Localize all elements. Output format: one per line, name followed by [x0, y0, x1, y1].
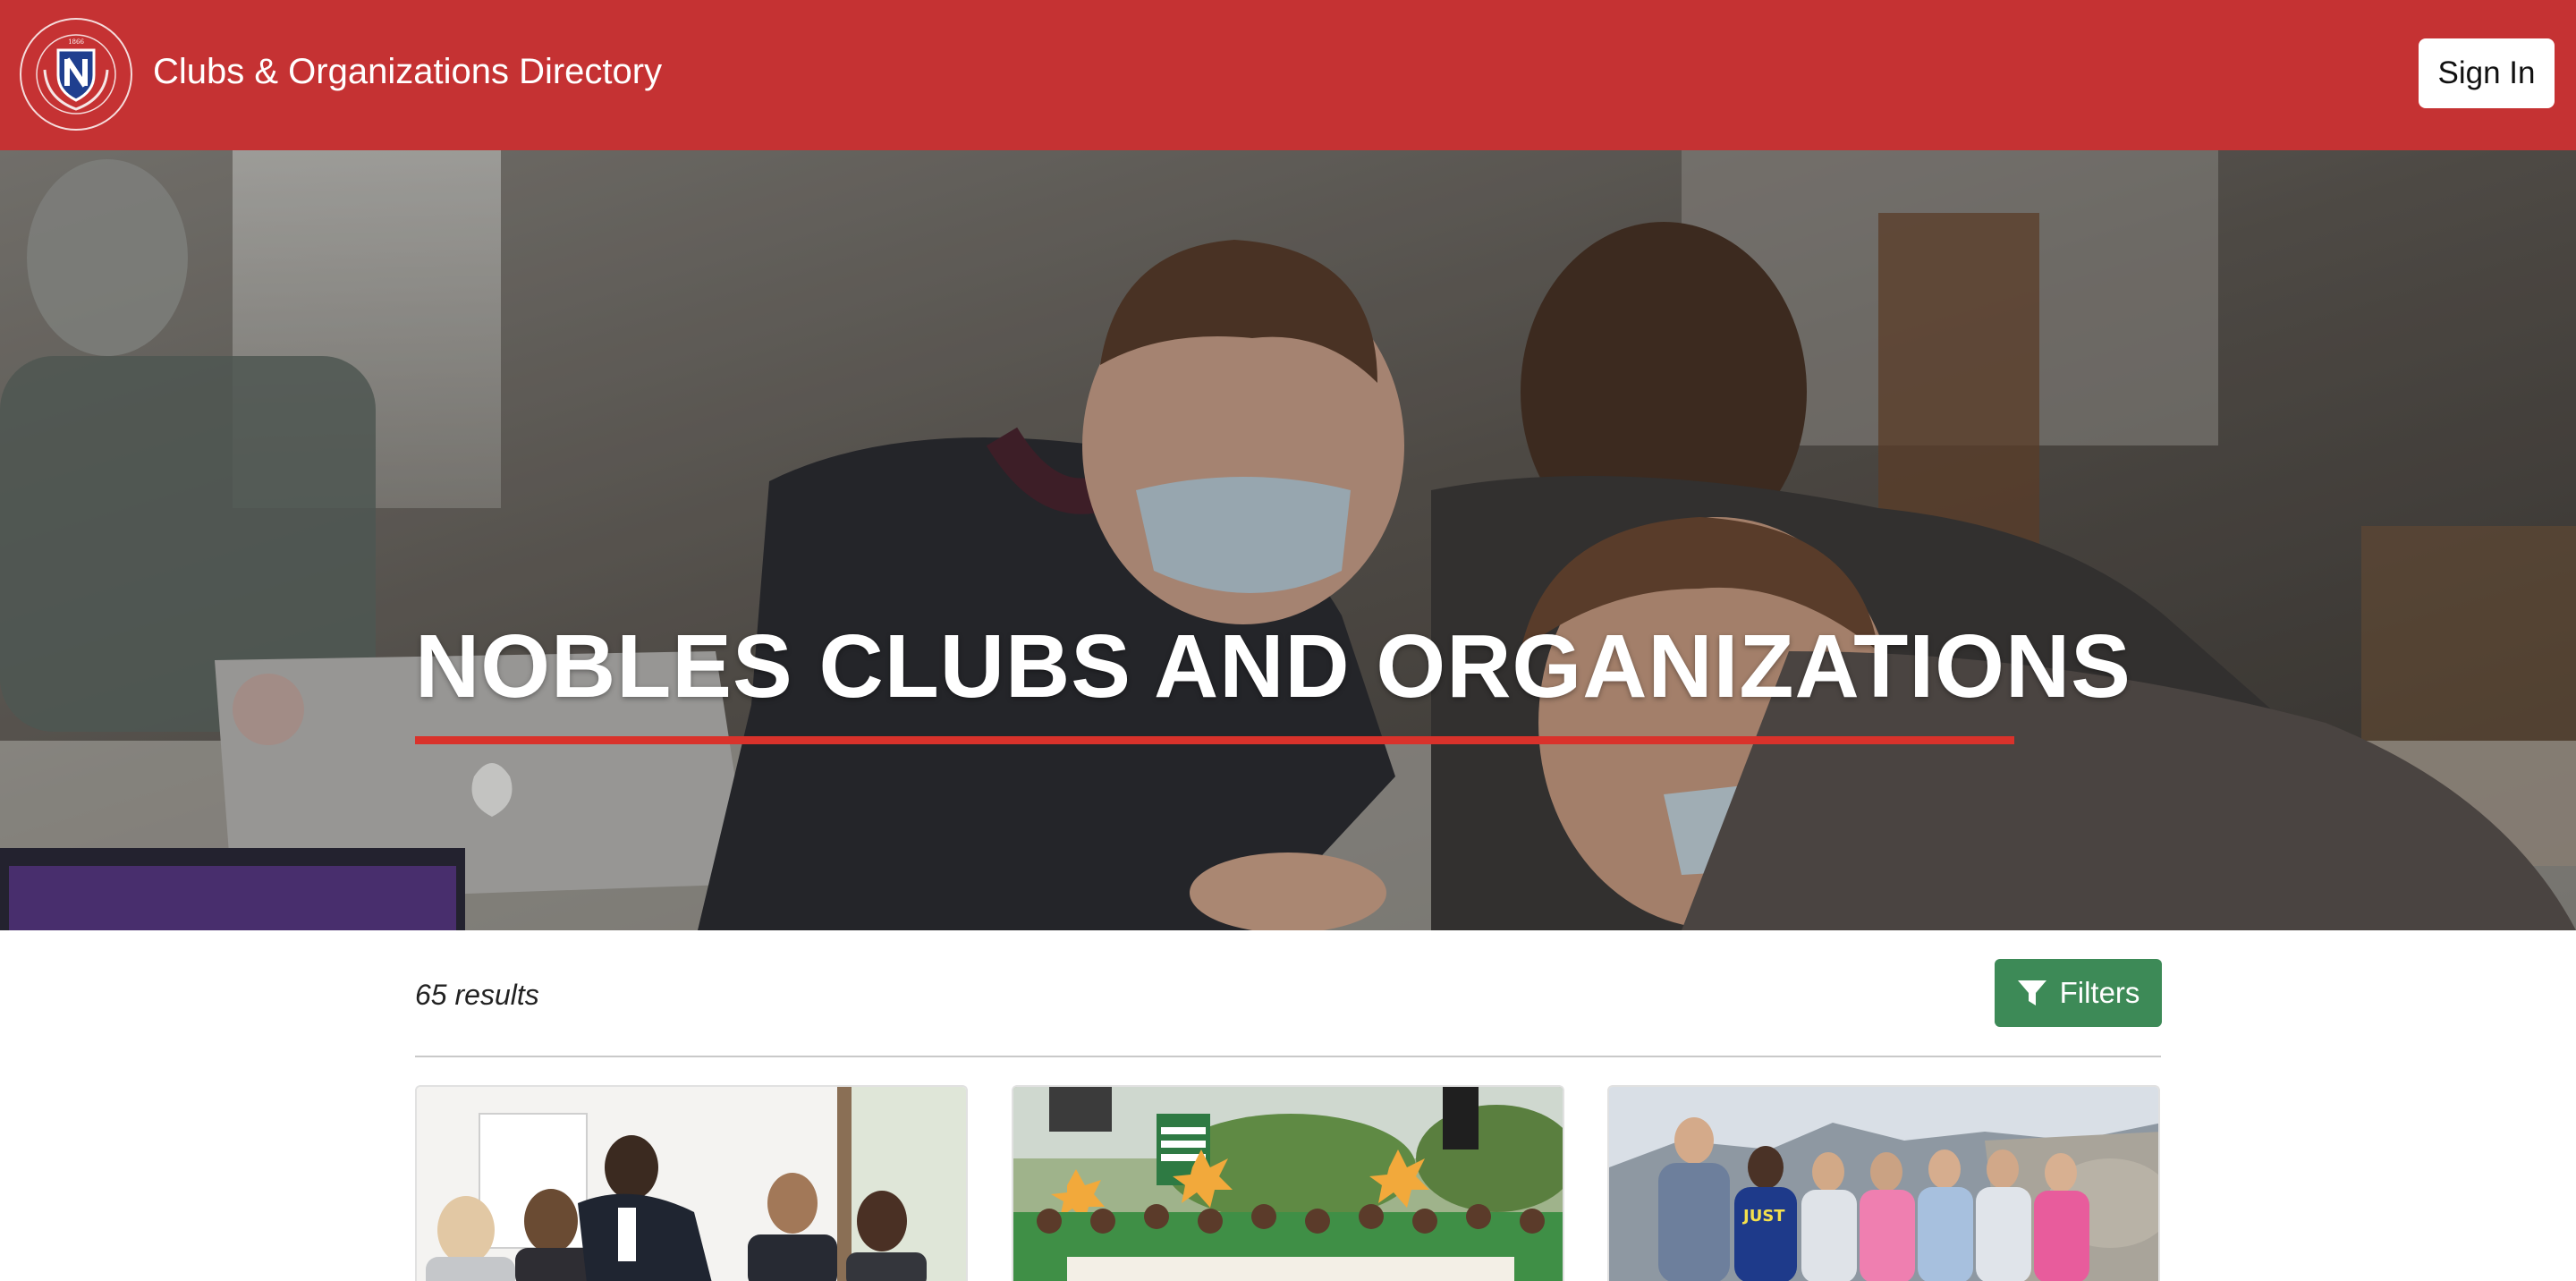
- results-count: 65 results: [415, 979, 539, 1011]
- school-crest-icon[interactable]: 1866: [18, 16, 134, 132]
- top-navigation-bar: 1866 Clubs & Organizations Directory Sig…: [0, 0, 2576, 150]
- hiking-group-photo: JUST: [1609, 1087, 2158, 1281]
- svg-text:1866: 1866: [68, 38, 84, 46]
- svg-text:JUST: JUST: [1741, 1207, 1785, 1226]
- hero-title: NOBLES CLUBS AND ORGANIZATIONS: [415, 616, 2131, 717]
- club-card[interactable]: [415, 1085, 968, 1281]
- filters-label: Filters: [2059, 976, 2140, 1009]
- club-card[interactable]: [1012, 1085, 1564, 1281]
- meeting-photo: [417, 1087, 966, 1281]
- filters-button[interactable]: Filters: [1995, 959, 2162, 1027]
- results-toolbar: 65 results Filters: [415, 950, 2162, 1057]
- rally-photo: [1013, 1087, 1563, 1281]
- club-card[interactable]: JUST: [1607, 1085, 2160, 1281]
- hero-banner: NOBLES CLUBS AND ORGANIZATIONS: [0, 150, 2576, 930]
- hero-title-underline: [415, 736, 2014, 744]
- funnel-icon: [2017, 980, 2046, 1005]
- app-title[interactable]: Clubs & Organizations Directory: [153, 45, 662, 98]
- sign-in-button[interactable]: Sign In: [2419, 38, 2555, 108]
- hero-photo: [0, 150, 2576, 930]
